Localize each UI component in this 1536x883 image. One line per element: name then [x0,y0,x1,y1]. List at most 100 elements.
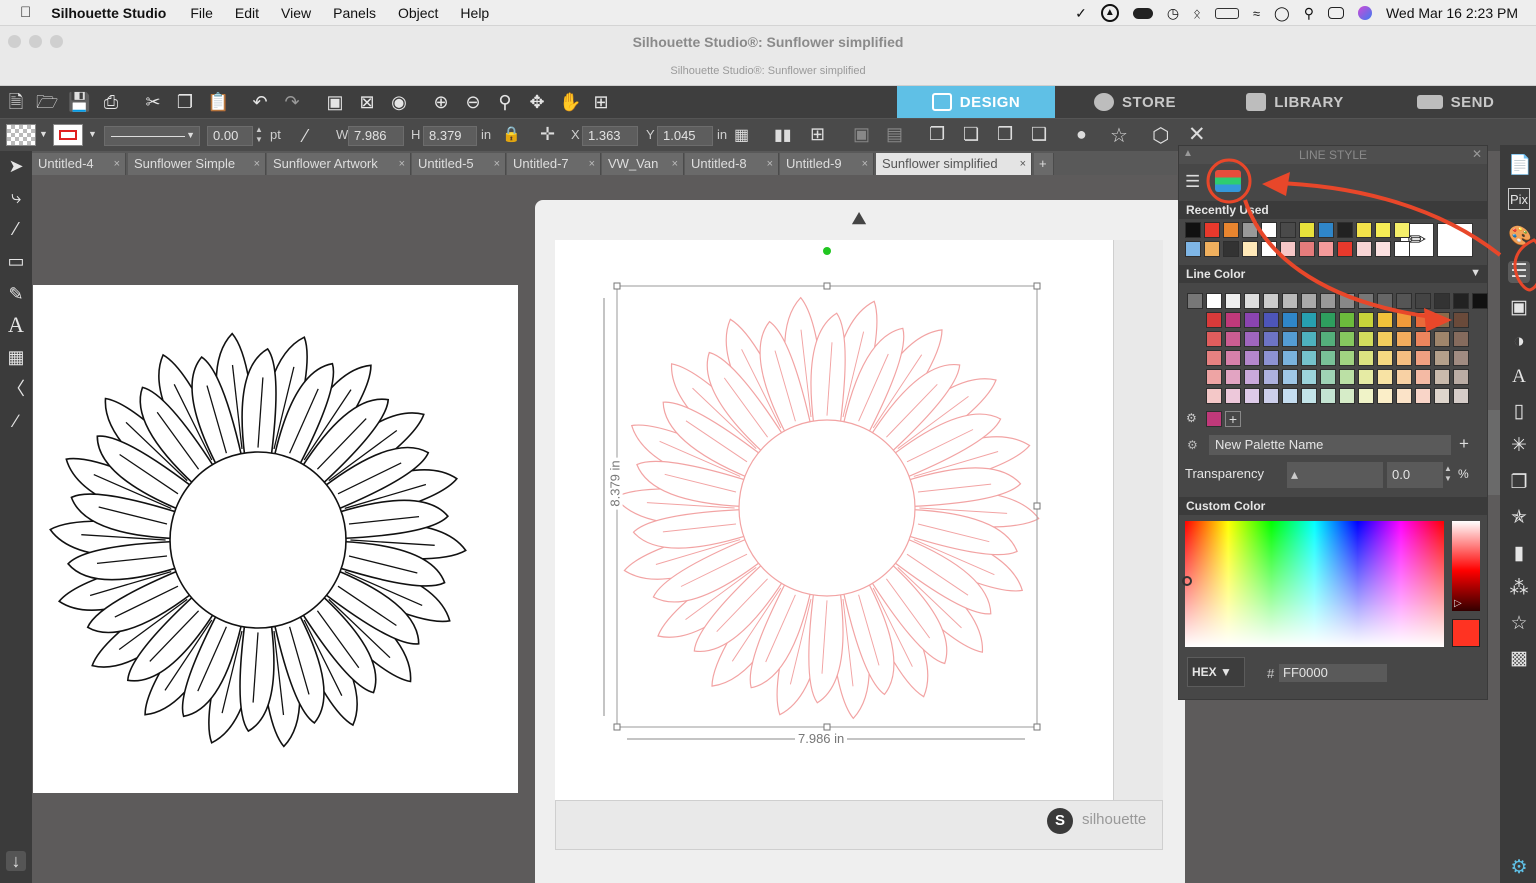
recent-swatch[interactable] [1356,241,1372,257]
send-to-back-icon[interactable]: ❑ [1031,124,1047,145]
offset-star-icon[interactable]: ✯ [1508,507,1530,529]
sparkle-icon[interactable]: ⁂ [1508,578,1530,600]
fill-palette-icon[interactable]: 🎨 [1508,226,1532,248]
recent-swatch[interactable] [1318,222,1334,238]
bluetooth-icon[interactable]: ᛟ [1193,6,1201,21]
search-icon[interactable]: ⚲ [1304,5,1314,22]
history-icon[interactable]: ◷ [1167,5,1179,22]
palette-swatch[interactable] [1453,331,1469,347]
palette-swatch[interactable] [1358,293,1374,309]
download-icon[interactable]: ↓ [6,851,26,871]
tab-sunflower-artwork[interactable]: Sunflower Artwork × [267,153,411,175]
undo-icon[interactable]: ↶ [250,92,270,112]
tab-untitled-8[interactable]: Untitled-8 × [685,153,779,175]
select-arrow-icon[interactable]: ➤ [6,156,26,176]
close-icon[interactable]: × [862,153,868,175]
palette-swatch[interactable] [1225,350,1241,366]
recent-swatch[interactable] [1299,222,1315,238]
line-style-select[interactable]: ▼ [104,126,200,146]
palette-swatch[interactable] [1244,350,1260,366]
palette-swatch[interactable] [1301,312,1317,328]
add-tab-button[interactable]: + [1034,153,1054,175]
pixscan-icon[interactable]: Pix [1508,188,1530,210]
close-icon[interactable]: × [114,153,120,175]
paste-icon[interactable]: 📋 [207,92,229,112]
transform-icon[interactable]: ✳ [1508,435,1530,457]
palette-swatch[interactable] [1453,388,1469,404]
save-icon[interactable]: 💾 [68,92,90,112]
lock-aspect-icon[interactable]: 🔒 [502,125,521,143]
palette-swatch[interactable] [1301,388,1317,404]
palette-swatch[interactable] [1415,369,1431,385]
palette-swatch[interactable] [1320,350,1336,366]
palette-swatch[interactable] [1339,388,1355,404]
palette-swatch[interactable] [1358,331,1374,347]
recent-swatch[interactable] [1375,222,1391,238]
sunflower-outline-selection[interactable] [555,240,1113,800]
tab-sunflower-simplified[interactable]: Sunflower simplified × [876,153,1032,175]
contrast-icon[interactable]: ◑ [1508,331,1530,353]
recent-swatch[interactable] [1299,241,1315,257]
palette-swatch[interactable] [1396,388,1412,404]
new-file-icon[interactable]: 🗎 [6,92,26,112]
palette-swatch[interactable] [1301,369,1317,385]
palette-swatch[interactable] [1244,388,1260,404]
palette-swatch[interactable] [1244,331,1260,347]
recent-swatch[interactable] [1394,241,1410,257]
palette-swatch[interactable] [1358,350,1374,366]
recent-swatch[interactable] [1261,241,1277,257]
palette-swatch[interactable] [1206,293,1222,309]
workspace-paper[interactable] [33,285,518,793]
palette-swatch[interactable] [1434,369,1450,385]
nav-store-tab[interactable]: STORE [1055,86,1215,118]
star-offset-icon[interactable]: ☆ [1110,123,1128,148]
recent-swatch[interactable] [1261,222,1277,238]
close-icon[interactable]: × [767,153,773,175]
print-icon[interactable]: ⎙ [101,92,121,112]
palette-swatch[interactable] [1453,312,1469,328]
select-all-icon[interactable]: ▣ [325,92,345,112]
palette-swatch[interactable] [1225,312,1241,328]
palette-swatch[interactable] [1263,350,1279,366]
line-color-collapse-icon[interactable]: ▼ [1470,267,1481,279]
palette-swatch[interactable] [1415,293,1431,309]
line-width-stepper[interactable]: ▲ ▼ [255,125,263,145]
palette-swatch[interactable] [1453,369,1469,385]
cut-icon[interactable]: ✂ [143,92,163,112]
height-field[interactable]: 8.379 [423,126,477,146]
sunflower-black-artwork[interactable] [33,285,518,793]
close-panel-icon[interactable]: ✕ [1472,147,1482,161]
palette-swatch[interactable] [1377,350,1393,366]
palette-swatch[interactable] [1358,388,1374,404]
palette-swatch[interactable] [1282,369,1298,385]
palette-swatch[interactable] [1434,312,1450,328]
menu-file[interactable]: File [190,5,213,21]
menu-app-name[interactable]: Silhouette Studio [51,5,166,21]
replicate-icon[interactable]: ❐ [1508,472,1530,494]
page-setup-icon[interactable]: 📄 [1508,155,1532,177]
text-style-icon[interactable]: A [1508,366,1530,388]
palette-settings-icon[interactable]: ⚙ [1186,411,1202,427]
battery-icon[interactable] [1214,7,1239,19]
redo-icon[interactable]: ↷ [282,92,302,112]
palette-swatch[interactable] [1282,388,1298,404]
line-draw-icon[interactable]: ⁄ [6,219,26,239]
brightness-thumb-icon[interactable]: ▷ [1454,598,1462,609]
tab-untitled-9[interactable]: Untitled-9 × [780,153,874,175]
palette-swatch[interactable] [1377,388,1393,404]
palette-swatch[interactable] [1320,388,1336,404]
mat-paper[interactable] [555,240,1113,800]
palette-swatch[interactable] [1396,312,1412,328]
y-field[interactable]: 1.045 [657,126,713,146]
palette-swatch[interactable] [1320,369,1336,385]
tab-sunflower-simple[interactable]: Sunflower Simple × [128,153,266,175]
palette-swatch[interactable] [1225,369,1241,385]
recent-swatch[interactable] [1394,222,1410,238]
palette-swatch[interactable] [1301,293,1317,309]
knife-icon[interactable]: ∕ [6,411,26,431]
bring-to-front-icon[interactable]: ❒ [997,124,1013,145]
width-field[interactable]: 7.986 [348,126,404,146]
send-backward-icon[interactable]: ❏ [963,124,979,145]
rectangle-icon[interactable]: ▭ [6,251,26,271]
zoom-select-icon[interactable]: ⚲ [495,92,515,112]
